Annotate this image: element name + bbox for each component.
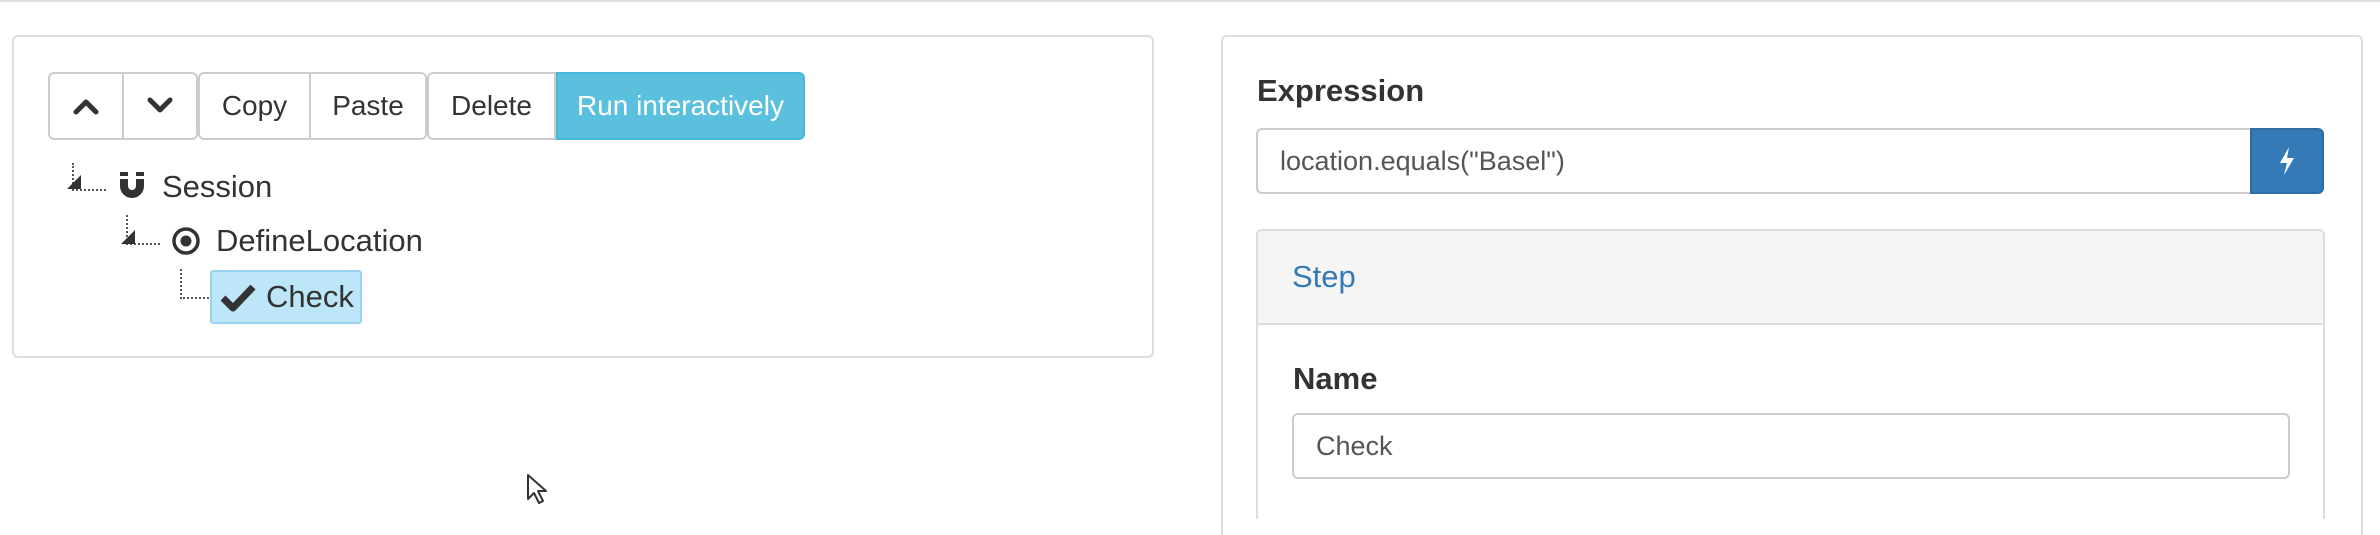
name-label: Name [1293, 361, 1378, 396]
run-interactively-button[interactable]: Run interactively [556, 72, 805, 140]
collapse-toggle[interactable] [121, 230, 135, 244]
chevron-down-icon [147, 97, 173, 113]
name-input[interactable] [1292, 413, 2290, 479]
copy-button[interactable]: Copy [198, 72, 311, 140]
delete-button[interactable]: Delete [427, 72, 556, 140]
evaluate-button[interactable] [2250, 128, 2324, 194]
expression-label: Expression [1257, 73, 1425, 108]
tree-node-definelocation[interactable]: DefineLocation [166, 221, 423, 261]
checkmark-icon [218, 277, 258, 317]
tree-connector [180, 269, 212, 299]
expression-input[interactable] [1256, 128, 2252, 194]
tree-node-label: DefineLocation [216, 223, 423, 258]
tree-node-check[interactable]: Check [210, 270, 362, 324]
tree-panel: Copy Paste Delete Run interactively Sess… [12, 35, 1154, 358]
tree-node-label: Check [266, 279, 354, 314]
move-down-button[interactable] [122, 72, 198, 140]
magnet-icon [112, 167, 152, 207]
lightning-bolt-icon [2280, 147, 2294, 175]
collapse-toggle[interactable] [67, 175, 81, 189]
step-panel-title[interactable]: Step [1292, 259, 1356, 295]
chevron-up-icon [73, 99, 99, 115]
step-panel-header: Step [1258, 231, 2323, 325]
tree-toolbar: Copy Paste Delete Run interactively [48, 72, 805, 140]
paste-button[interactable]: Paste [309, 72, 427, 140]
move-up-button[interactable] [48, 72, 124, 140]
tree-node-session[interactable]: Session [112, 167, 272, 207]
tree-node-label: Session [162, 169, 273, 204]
mouse-cursor-icon [526, 473, 554, 510]
target-icon [166, 221, 206, 261]
top-divider [0, 0, 2380, 2]
